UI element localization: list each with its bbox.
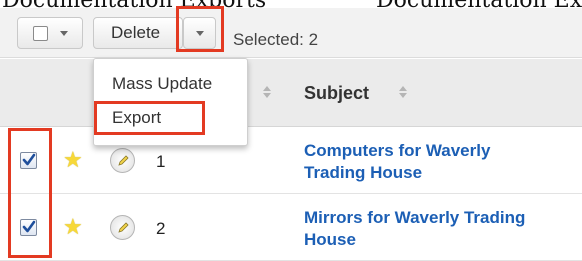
row-number: 1	[156, 152, 166, 171]
select-all-button[interactable]	[17, 17, 83, 49]
table-header: Subject	[0, 59, 582, 127]
edit-pencil-icon[interactable]	[110, 215, 135, 240]
row-number: 2	[156, 219, 166, 238]
column-header-subject[interactable]: Subject	[304, 83, 369, 104]
subject-line[interactable]: Trading House	[304, 162, 582, 184]
delete-button[interactable]: Delete	[93, 17, 183, 49]
favorite-star-icon[interactable]: ★	[63, 149, 83, 171]
table-row: ★ 1 Computers for Waverly Trading House	[0, 128, 582, 194]
selected-count: Selected: 2	[233, 30, 319, 49]
favorite-star-icon[interactable]: ★	[63, 216, 83, 238]
select-all-checkbox[interactable]	[32, 25, 48, 41]
subject-line[interactable]: Mirrors for Waverly Trading	[304, 207, 582, 229]
subject-line[interactable]: Computers for Waverly	[304, 140, 582, 162]
menu-item-mass-update[interactable]: Mass Update	[112, 74, 212, 94]
cropped-header-text: Documentation Exports Documentation Expo…	[0, 0, 582, 8]
sort-icon[interactable]	[398, 83, 408, 101]
edit-pencil-icon[interactable]	[110, 148, 135, 173]
subject-line[interactable]: House	[304, 229, 582, 251]
chevron-down-icon	[59, 30, 68, 36]
highlight-export	[94, 101, 205, 135]
list-toolbar: Delete Selected: 2	[0, 8, 582, 58]
subject-link[interactable]: Computers for Waverly Trading House	[304, 140, 582, 184]
table-row: ★ 2 Mirrors for Waverly Trading House	[0, 195, 582, 261]
cropped-text-left: Documentation Exports	[2, 0, 266, 8]
cropped-text-right: Documentation Export	[376, 0, 582, 8]
subject-link[interactable]: Mirrors for Waverly Trading House	[304, 207, 582, 251]
highlight-actions-caret	[176, 6, 224, 52]
sort-icon[interactable]	[262, 83, 272, 101]
highlight-row-checkboxes	[8, 128, 52, 258]
